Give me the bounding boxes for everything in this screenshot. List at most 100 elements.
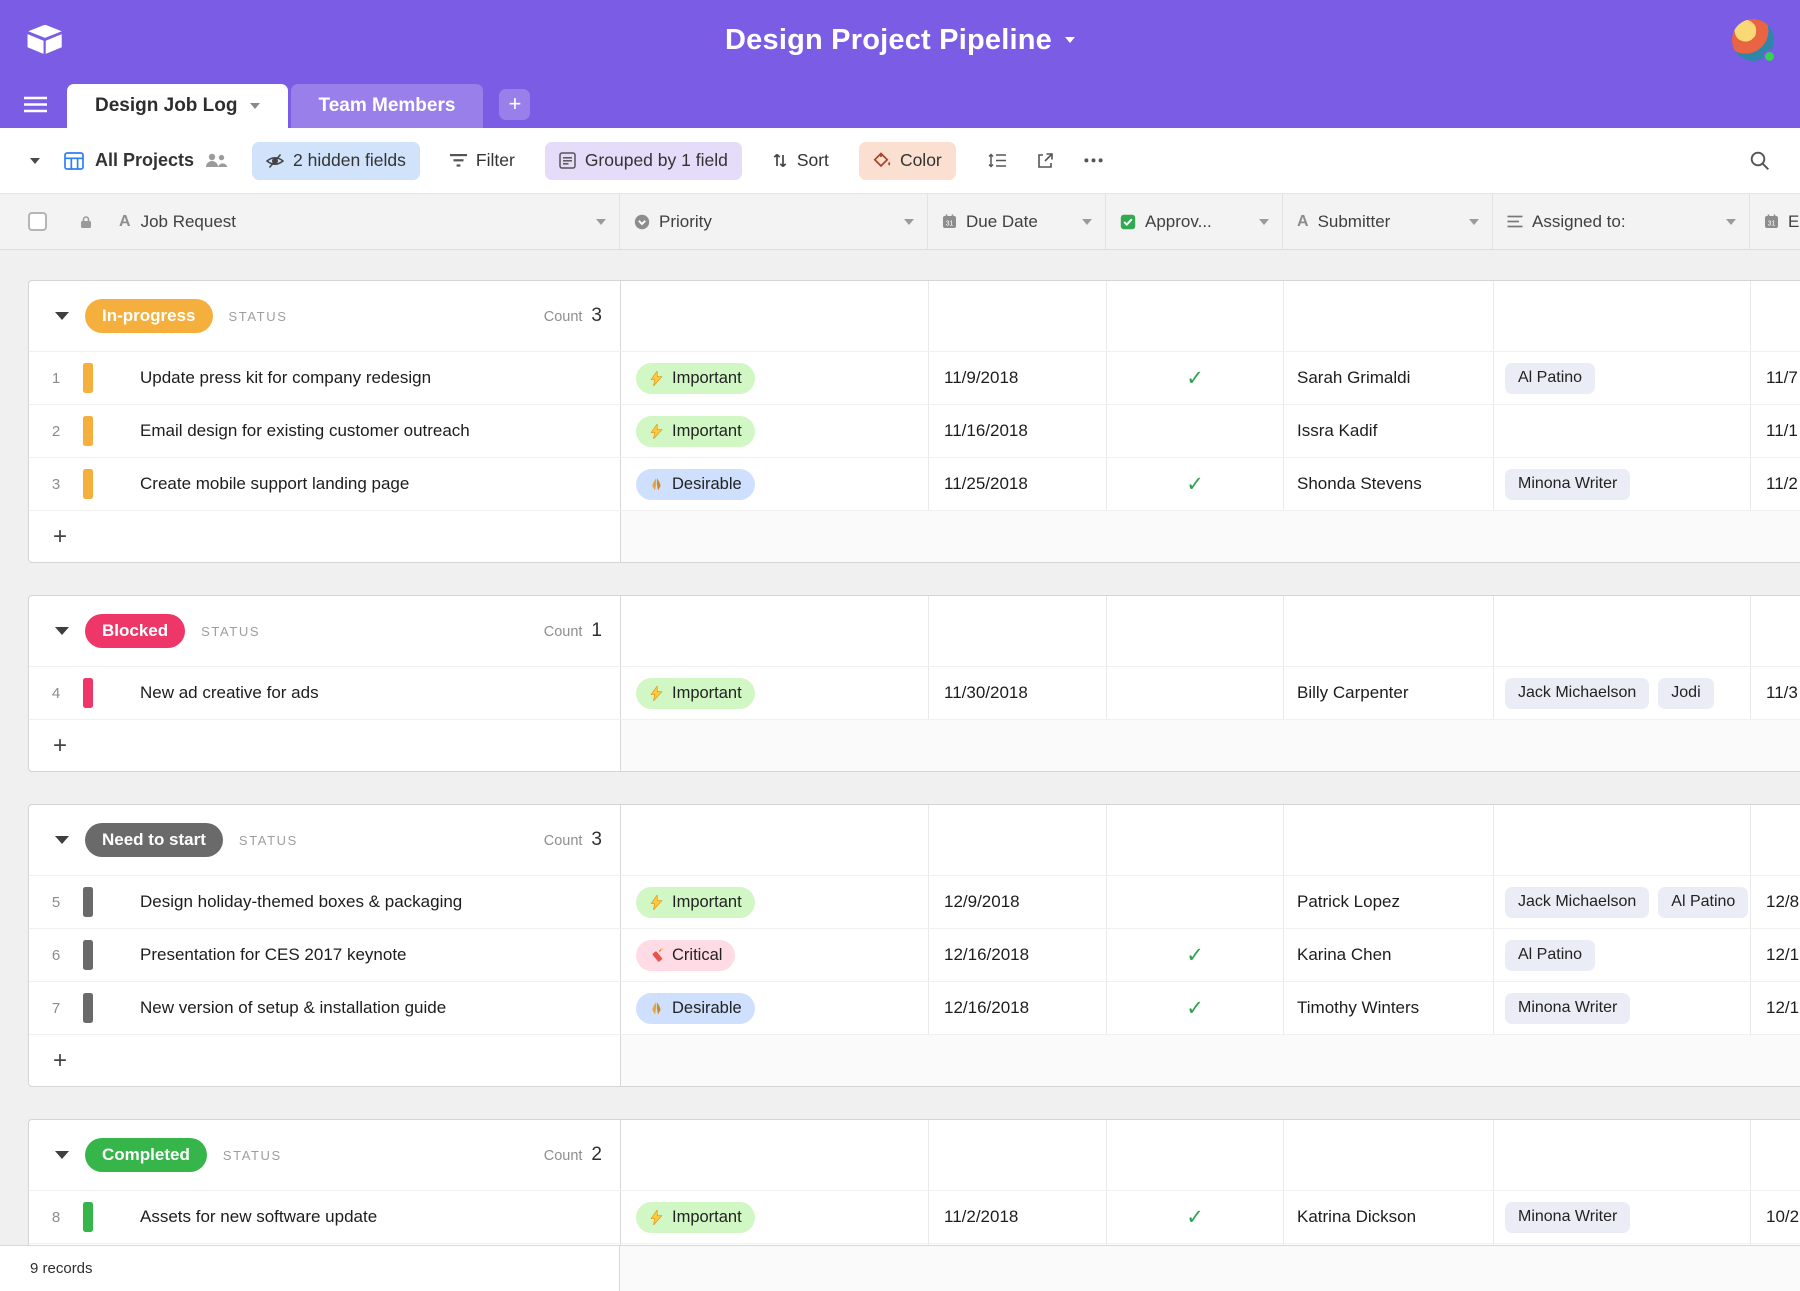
assignee-chip[interactable]: Jack Michaelson	[1505, 678, 1649, 709]
cell-submitter[interactable]: Timothy Winters	[1284, 982, 1494, 1034]
status-badge[interactable]: Completed	[85, 1138, 207, 1172]
tab-team-members[interactable]: Team Members	[291, 84, 484, 128]
cell-submitter[interactable]: Patrick Lopez	[1284, 876, 1494, 928]
cell-priority[interactable]: Important	[621, 352, 929, 404]
cell-due-date[interactable]: 11/25/2018	[929, 458, 1107, 510]
cell-job-request[interactable]: 4 New ad creative for ads	[29, 667, 621, 719]
add-table-button[interactable]: +	[499, 89, 530, 120]
collapse-group-icon[interactable]	[55, 836, 69, 844]
assignee-chip[interactable]: Al Patino	[1505, 940, 1595, 971]
add-row[interactable]: +	[29, 1034, 1800, 1086]
hidden-fields-button[interactable]: 2 hidden fields	[252, 142, 420, 180]
horizontal-scroll-area[interactable]	[620, 1246, 1800, 1291]
cell-due-date[interactable]: 11/2/2018	[929, 1191, 1107, 1243]
add-icon[interactable]: +	[53, 732, 67, 760]
cell-due-date[interactable]: 11/9/2018	[929, 352, 1107, 404]
assignee-chip[interactable]: Jack Michaelson	[1505, 887, 1649, 918]
cell-priority[interactable]: Critical	[621, 929, 929, 981]
cell-submitter[interactable]: Issra Kadif	[1284, 405, 1494, 457]
status-badge[interactable]: In-progress	[85, 299, 213, 333]
cell-approval[interactable]	[1107, 667, 1284, 719]
cell-submitter[interactable]: Billy Carpenter	[1284, 667, 1494, 719]
cell-job-request[interactable]: 7 New version of setup & installation gu…	[29, 982, 621, 1034]
cell-priority[interactable]: Desirable	[621, 458, 929, 510]
cell-assigned-to[interactable]	[1494, 405, 1751, 457]
collapse-group-icon[interactable]	[55, 312, 69, 320]
share-icon[interactable]	[1037, 152, 1054, 169]
cell-submitter[interactable]: Sarah Grimaldi	[1284, 352, 1494, 404]
hamburger-icon[interactable]	[24, 96, 47, 113]
cell-priority[interactable]: Important	[621, 667, 929, 719]
base-title-wrap[interactable]: Design Project Pipeline	[0, 24, 1800, 57]
cell-end-date[interactable]: 12/8	[1751, 876, 1800, 928]
cell-approval[interactable]: ✓	[1107, 982, 1284, 1034]
cell-due-date[interactable]: 11/30/2018	[929, 667, 1107, 719]
cell-due-date[interactable]: 12/9/2018	[929, 876, 1107, 928]
cell-priority[interactable]: Desirable	[621, 982, 929, 1034]
caret-down-icon[interactable]	[1726, 219, 1736, 225]
select-all-checkbox[interactable]	[28, 212, 47, 231]
more-icon[interactable]	[1084, 158, 1103, 163]
assignee-chip[interactable]: Al Patino	[1505, 363, 1595, 394]
cell-end-date[interactable]: 12/1	[1751, 929, 1800, 981]
assignee-chip[interactable]: Minona Writer	[1505, 469, 1630, 500]
search-icon[interactable]	[1749, 150, 1770, 171]
view-sidebar-toggle-caret[interactable]	[30, 158, 40, 164]
caret-down-icon[interactable]	[1469, 219, 1479, 225]
cell-job-request[interactable]: 1 Update press kit for company redesign	[29, 352, 621, 404]
status-badge[interactable]: Need to start	[85, 823, 223, 857]
row-height-icon[interactable]	[988, 153, 1007, 168]
caret-down-icon[interactable]	[1259, 219, 1269, 225]
view-switcher[interactable]: All Projects	[64, 150, 228, 171]
caret-down-icon[interactable]	[1082, 219, 1092, 225]
cell-due-date[interactable]: 12/16/2018	[929, 982, 1107, 1034]
assignee-chip[interactable]: Minona Writer	[1505, 1202, 1630, 1233]
cell-assigned-to[interactable]: Jack Michaelson Jodi	[1494, 667, 1751, 719]
column-header-submitter[interactable]: A Submitter	[1283, 194, 1493, 249]
avatar[interactable]	[1732, 19, 1774, 61]
assignee-chip[interactable]: Minona Writer	[1505, 993, 1630, 1024]
cell-due-date[interactable]: 12/16/2018	[929, 929, 1107, 981]
cell-submitter[interactable]: Katrina Dickson	[1284, 1191, 1494, 1243]
cell-end-date[interactable]: 11/7	[1751, 352, 1800, 404]
assignee-chip[interactable]: Al Patino	[1658, 887, 1748, 918]
cell-job-request[interactable]: 6 Presentation for CES 2017 keynote	[29, 929, 621, 981]
grouped-button[interactable]: Grouped by 1 field	[545, 142, 742, 180]
sort-button[interactable]: Sort	[766, 142, 835, 180]
cell-job-request[interactable]: 5 Design holiday-themed boxes & packagin…	[29, 876, 621, 928]
caret-down-icon[interactable]	[596, 219, 606, 225]
cell-assigned-to[interactable]: Jack Michaelson Al Patino	[1494, 876, 1751, 928]
column-header-due-date[interactable]: Due Date	[928, 194, 1106, 249]
cell-end-date[interactable]: 11/2	[1751, 458, 1800, 510]
cell-due-date[interactable]: 11/16/2018	[929, 405, 1107, 457]
add-icon[interactable]: +	[53, 1047, 67, 1075]
add-row[interactable]: +	[29, 510, 1800, 562]
cell-assigned-to[interactable]: Al Patino	[1494, 929, 1751, 981]
cell-end-date[interactable]: 11/1	[1751, 405, 1800, 457]
caret-down-icon[interactable]	[904, 219, 914, 225]
cell-priority[interactable]: Important	[621, 1191, 929, 1243]
status-badge[interactable]: Blocked	[85, 614, 185, 648]
caret-down-icon[interactable]	[250, 103, 260, 109]
cell-assigned-to[interactable]: Al Patino	[1494, 352, 1751, 404]
column-header-job-request[interactable]: A Job Request	[0, 194, 620, 249]
cell-end-date[interactable]: 12/1	[1751, 982, 1800, 1034]
column-header-end-date[interactable]: E	[1750, 194, 1800, 249]
cell-approval[interactable]: ✓	[1107, 1191, 1284, 1243]
cell-job-request[interactable]: 2 Email design for existing customer out…	[29, 405, 621, 457]
cell-priority[interactable]: Important	[621, 876, 929, 928]
color-button[interactable]: Color	[859, 142, 956, 180]
cell-assigned-to[interactable]: Minona Writer	[1494, 982, 1751, 1034]
cell-end-date[interactable]: 10/2	[1751, 1191, 1800, 1243]
filter-button[interactable]: Filter	[444, 142, 521, 180]
cell-approval[interactable]: ✓	[1107, 352, 1284, 404]
cell-approval[interactable]	[1107, 405, 1284, 457]
assignee-chip[interactable]: Jodi	[1658, 678, 1713, 709]
cell-job-request[interactable]: 3 Create mobile support landing page	[29, 458, 621, 510]
cell-submitter[interactable]: Shonda Stevens	[1284, 458, 1494, 510]
column-header-assigned-to[interactable]: Assigned to:	[1493, 194, 1750, 249]
tab-design-job-log[interactable]: Design Job Log	[67, 84, 288, 128]
add-icon[interactable]: +	[53, 523, 67, 551]
cell-submitter[interactable]: Karina Chen	[1284, 929, 1494, 981]
collapse-group-icon[interactable]	[55, 1151, 69, 1159]
